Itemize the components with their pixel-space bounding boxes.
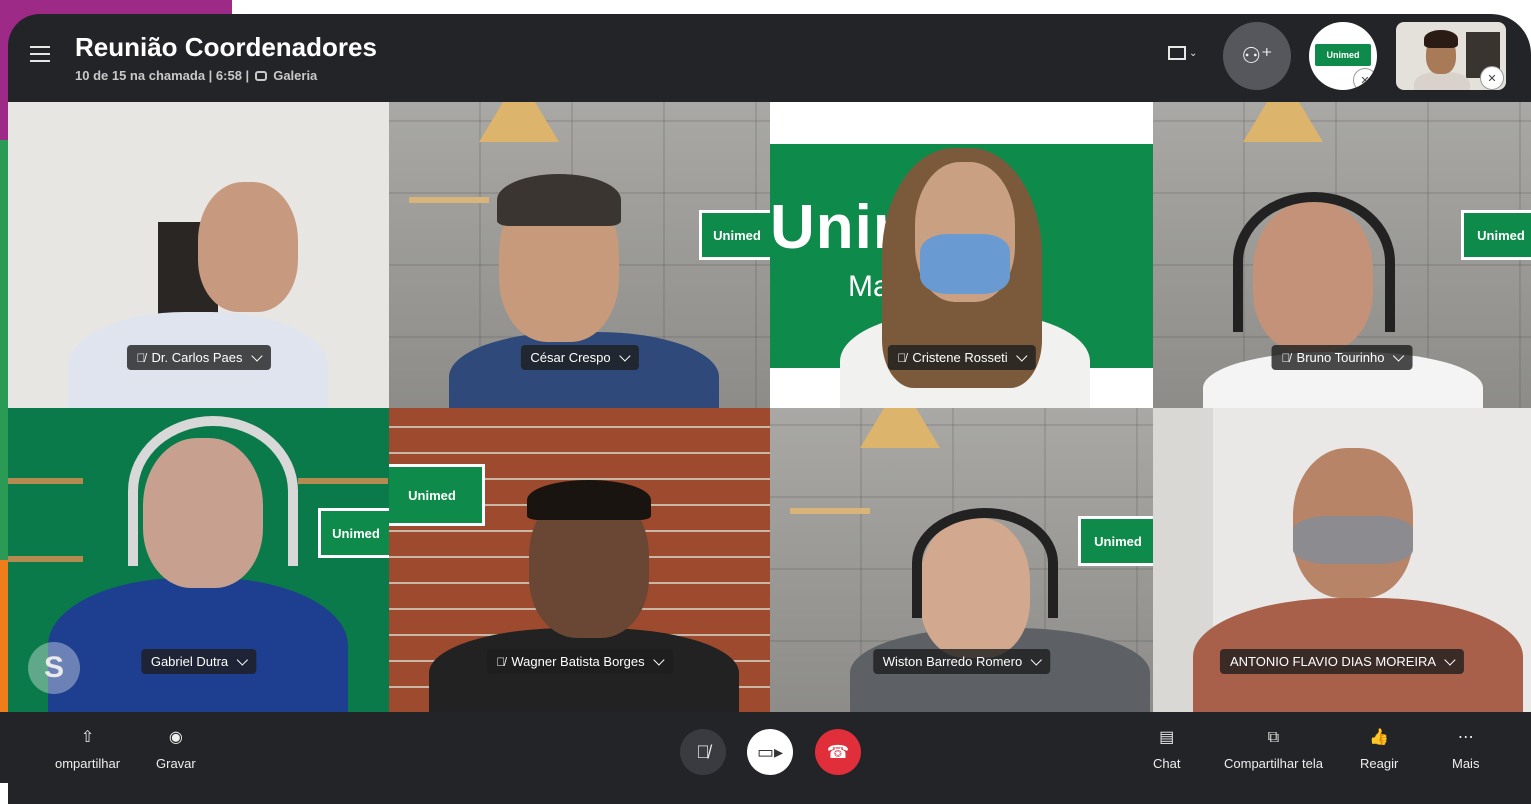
meeting-title: Reunião Coordenadores: [75, 32, 377, 62]
chevron-down-icon[interactable]: [618, 349, 631, 362]
share-button[interactable]: ⇧ ompartilhar: [55, 728, 120, 771]
video-gallery: 🎙̸ Dr. Carlos Paes Unimed César Crespo U…: [8, 102, 1531, 712]
video-tile[interactable]: ANTONIO FLAVIO DIAS MOREIRA: [1153, 408, 1531, 712]
layout-icon: [1168, 46, 1186, 60]
chevron-down-icon[interactable]: [1444, 653, 1456, 666]
thumbs-up-icon: 👍: [1369, 729, 1390, 746]
participant-thumbnail-unimed[interactable]: Unimed ✕: [1309, 22, 1377, 90]
record-icon: ◉: [168, 729, 183, 746]
layout-button[interactable]: ⌄: [1168, 46, 1197, 60]
add-participant-button[interactable]: ⚇⁺: [1223, 22, 1291, 90]
gallery-icon: [255, 70, 268, 81]
headset-icon: [1233, 192, 1395, 332]
chevron-down-icon[interactable]: [1016, 349, 1028, 362]
title-bar: Reunião Coordenadores 10 de 15 na chamad…: [8, 14, 1531, 102]
chevron-down-icon[interactable]: [1392, 349, 1405, 362]
mic-muted-icon: 🎙̸: [496, 654, 506, 669]
more-button[interactable]: ⋯ Mais: [1452, 728, 1479, 771]
mic-muted-icon: 🎙̸: [136, 350, 146, 365]
video-tile[interactable]: Unimed 🎙̸ Wagner Batista Borges: [389, 408, 770, 712]
unimed-sign: Unimed: [1461, 210, 1531, 260]
participant-name-label: ANTONIO FLAVIO DIAS MOREIRA: [1219, 649, 1465, 674]
toggle-video-button[interactable]: ▭▸: [747, 729, 793, 775]
participant-name-label: Gabriel Dutra: [140, 649, 257, 674]
chevron-down-icon: ⌄: [1189, 47, 1198, 59]
participant-name-label: 🎙̸ Bruno Tourinho: [1271, 345, 1413, 370]
hamburger-menu-icon[interactable]: [30, 46, 50, 62]
skype-logo-icon: S: [28, 642, 80, 694]
video-tile[interactable]: Unimed 🎙̸ Bruno Tourinho: [1153, 102, 1531, 408]
video-tile[interactable]: Unimed S Gabriel Dutra: [8, 408, 389, 712]
mic-off-icon: 🎙̸: [696, 741, 710, 762]
share-screen-icon: ⧉: [1267, 729, 1280, 746]
react-button[interactable]: 👍 Reagir: [1360, 728, 1398, 771]
unimed-sign: Unimed: [389, 464, 485, 526]
video-tile[interactable]: Unimed César Crespo: [389, 102, 770, 408]
self-view-thumbnail[interactable]: ✕: [1396, 22, 1506, 90]
chevron-down-icon[interactable]: [236, 653, 248, 666]
participant-avatar: [198, 182, 298, 312]
headset-icon: [912, 508, 1058, 618]
chevron-down-icon[interactable]: [1030, 653, 1042, 666]
share-icon: ⇧: [80, 729, 95, 746]
unimed-logo: Unimed: [1315, 44, 1371, 66]
hang-up-button[interactable]: ☎: [815, 729, 861, 775]
video-camera-icon: ▭▸: [756, 741, 784, 762]
unimed-sign: Unimed: [318, 508, 389, 558]
chevron-down-icon[interactable]: [652, 653, 665, 666]
call-toolbar: ⇧ ompartilhar ◉ Gravar 🎙̸ ▭▸ ☎ ▤ Chat ⧉ …: [0, 712, 1531, 783]
mic-muted-icon: ✕: [1353, 68, 1377, 90]
participant-name-label: Wiston Barredo Romero: [872, 649, 1051, 674]
mute-mic-button[interactable]: 🎙̸: [680, 729, 726, 775]
call-status: 10 de 15 na chamada | 6:58 | Galeria: [75, 68, 317, 83]
video-tile[interactable]: 🎙̸ Dr. Carlos Paes: [8, 102, 389, 408]
chat-icon: ▤: [1159, 729, 1175, 746]
view-mode-label[interactable]: Galeria: [273, 68, 317, 83]
unimed-sign: Unimed: [699, 210, 770, 260]
unimed-sign: Unimed: [1078, 516, 1153, 566]
participant-name-label: César Crespo: [520, 345, 639, 370]
chevron-down-icon[interactable]: [250, 349, 263, 362]
record-button[interactable]: ◉ Gravar: [156, 728, 196, 771]
more-dots-icon: ⋯: [1457, 729, 1474, 746]
video-tile[interactable]: Unimed Wiston Barredo Romero: [770, 408, 1153, 712]
mic-muted-icon: 🎙̸: [1281, 350, 1291, 365]
share-screen-button[interactable]: ⧉ Compartilhar tela: [1224, 728, 1323, 771]
video-tile[interactable]: Unimed Ma o 🎙̸ Cristene Rosseti: [770, 102, 1153, 408]
call-status-text: 10 de 15 na chamada | 6:58 |: [75, 68, 250, 83]
participant-name-label: 🎙̸ Wagner Batista Borges: [486, 649, 673, 674]
add-person-icon: ⚇⁺: [1241, 43, 1273, 68]
participant-name-label: 🎙̸ Cristene Rosseti: [887, 345, 1036, 370]
participant-name-label: 🎙̸ Dr. Carlos Paes: [126, 345, 271, 370]
chat-button[interactable]: ▤ Chat: [1153, 728, 1180, 771]
headset-icon: [128, 416, 298, 566]
phone-hangup-icon: ☎: [826, 741, 850, 762]
mic-muted-icon: 🎙̸: [897, 350, 907, 365]
mic-muted-icon: ✕: [1480, 66, 1504, 90]
